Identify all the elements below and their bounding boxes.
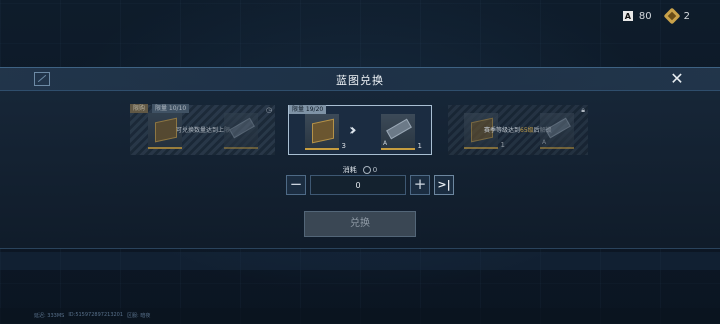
- weapon-icon: [545, 117, 571, 139]
- max-quantity-button[interactable]: >|: [434, 175, 454, 195]
- tile-count: 1: [500, 141, 505, 149]
- increase-button[interactable]: +: [410, 175, 430, 195]
- weapon-level: A: [383, 140, 388, 147]
- currency-gold-crate: 2: [663, 7, 690, 25]
- crate-icon: [155, 117, 177, 143]
- bottom-glow-band: [0, 252, 720, 270]
- weapon-count: 1: [417, 142, 422, 150]
- limit-tag: 限购: [130, 104, 149, 113]
- unlock-prefix: 赛季等级达到: [484, 127, 521, 134]
- lock-icon: 🔒︎: [581, 106, 585, 114]
- currency-bar: A 80 2: [622, 7, 690, 25]
- currency-a-token: A 80: [622, 10, 652, 22]
- blueprint-crate-tile: 3: [305, 114, 346, 150]
- player-id-text: ID:515972897213201: [68, 312, 124, 318]
- dialog-title: 蓝图兑换: [336, 74, 384, 87]
- card-status-note: 可兑换数量达到上限: [176, 127, 231, 134]
- crate-count: 3: [341, 142, 346, 150]
- quantity-stepper: − 0 + >|: [286, 175, 454, 195]
- cost-row: 消耗 0: [0, 165, 720, 175]
- blueprint-exchange-dialog: 蓝图兑换 ✕ 限购 限量 10/10 ◷ 可兑换数量达到上限 限量 19/20 …: [0, 67, 720, 249]
- limit-count-tag: 限量 19/20: [289, 105, 327, 114]
- currency-a-value: 80: [638, 10, 652, 22]
- limit-count-tag: 限量 10/10: [152, 104, 190, 113]
- clock-icon: ◷: [265, 106, 272, 114]
- a-token-icon: A: [622, 11, 633, 21]
- cost-label: 消耗: [342, 166, 357, 174]
- exchange-card-selected[interactable]: 限量 19/20 3 ›› A 1: [288, 105, 432, 155]
- weapon-blueprint-tile: A 1: [381, 114, 422, 150]
- currency-gold-value: 2: [683, 10, 690, 22]
- close-button[interactable]: ✕: [668, 70, 686, 88]
- crate-icon: [312, 118, 334, 144]
- weapon-icon: [386, 118, 412, 140]
- unlock-level: 65级: [520, 127, 534, 134]
- server-text: 区服: 暗夜: [127, 313, 151, 319]
- gold-crate-icon: [663, 7, 681, 25]
- weapon-tile: [224, 113, 258, 149]
- dialog-header: 蓝图兑换 ✕: [0, 68, 720, 91]
- coin-icon: [362, 166, 371, 174]
- weapon-level: A: [542, 139, 547, 146]
- quantity-input[interactable]: 0: [310, 175, 406, 195]
- decrease-button[interactable]: −: [286, 175, 306, 195]
- cost-value: 0: [372, 166, 378, 174]
- chevron-right-icon: ››: [349, 120, 356, 139]
- weapon-blueprint-tile: A: [540, 113, 574, 149]
- ping-text: 延迟: 333MS: [34, 313, 65, 319]
- exchange-card-locked[interactable]: 🔒︎ 1 赛季等级达到65级后解锁 A: [448, 105, 588, 155]
- exchange-card-maxed[interactable]: 限购 限量 10/10 ◷ 可兑换数量达到上限: [130, 104, 275, 155]
- weapon-icon: [229, 117, 255, 139]
- exchange-button[interactable]: 兑换: [304, 211, 416, 237]
- footer-info: 延迟: 333MS ID:515972897213201 区服: 暗夜: [34, 312, 150, 319]
